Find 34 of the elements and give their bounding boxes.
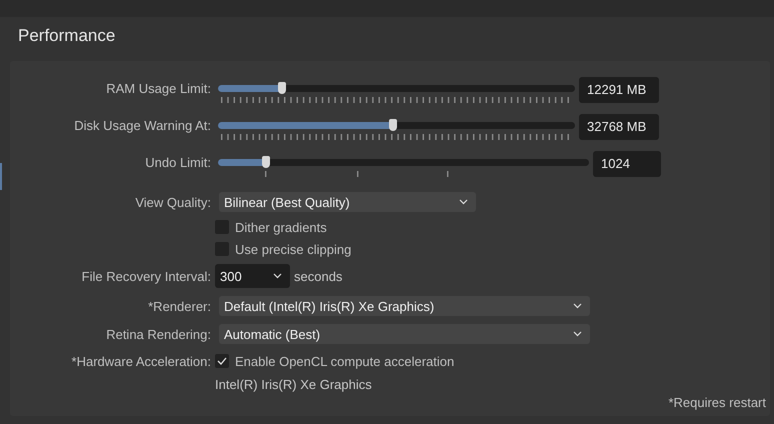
selection-indicator xyxy=(0,163,2,190)
dropdown[interactable]: Default (Intel(R) Iris(R) Xe Graphics) xyxy=(219,296,590,316)
chevron-down-icon xyxy=(573,331,582,337)
checkbox-label: Enable OpenCL compute acceleration xyxy=(235,354,454,368)
device-name: Intel(R) Iris(R) Xe Graphics xyxy=(215,376,373,392)
dropdown[interactable]: Bilinear (Best Quality) xyxy=(219,192,476,212)
field-label: Disk Usage Warning At: xyxy=(73,118,212,133)
checkbox[interactable] xyxy=(215,354,229,368)
checkbox-label: Use precise clipping xyxy=(235,242,352,256)
footnote: *Requires restart xyxy=(668,395,766,410)
unit-label: seconds xyxy=(294,268,342,284)
slider-thumb[interactable] xyxy=(278,82,286,94)
dropdown[interactable]: Automatic (Best) xyxy=(219,324,590,344)
slider-thumb[interactable] xyxy=(388,119,397,131)
slider-track[interactable] xyxy=(218,122,575,129)
slider-track[interactable] xyxy=(218,159,589,166)
value-field[interactable]: 1024 xyxy=(593,151,661,177)
chevron-down-icon xyxy=(459,199,468,205)
checkbox-label: Dither gradients xyxy=(235,220,327,234)
slider-track[interactable] xyxy=(218,85,575,92)
field-label: View Quality: xyxy=(134,194,212,210)
value-field[interactable]: 32768 MB xyxy=(579,114,659,140)
field-label: Retina Rendering: xyxy=(105,326,212,342)
field-label: *Renderer: xyxy=(147,298,212,314)
slider-thumb[interactable] xyxy=(262,156,270,168)
field-label: RAM Usage Limit: xyxy=(105,81,212,96)
chevron-down-icon xyxy=(273,273,282,279)
section-title: Performance xyxy=(18,26,116,46)
field-label: Undo Limit: xyxy=(144,155,212,170)
value-field[interactable]: 12291 MB xyxy=(579,77,659,103)
dropdown[interactable]: 300 xyxy=(215,264,290,288)
field-label: File Recovery Interval: xyxy=(80,268,212,284)
chevron-down-icon xyxy=(573,303,582,309)
field-label: *Hardware Acceleration: xyxy=(70,354,212,368)
